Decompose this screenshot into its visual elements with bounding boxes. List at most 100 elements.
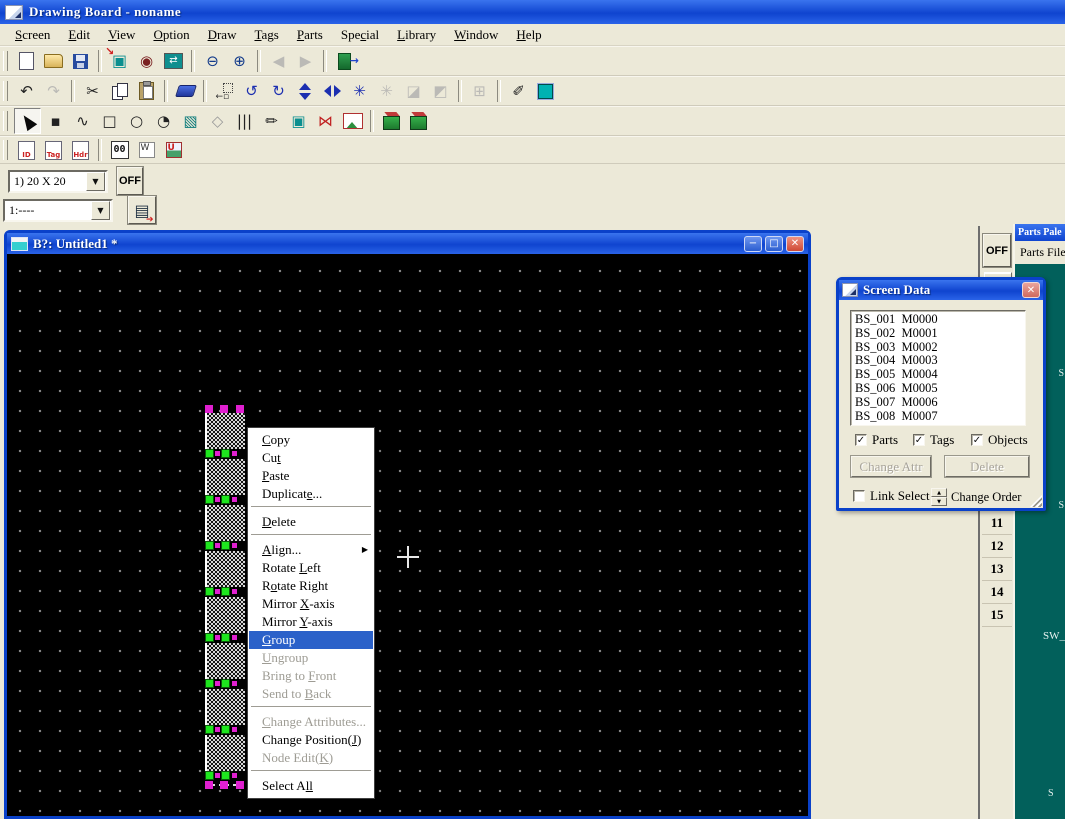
memory-select-dropdown-button[interactable]: ▼ <box>91 201 110 220</box>
selection-handle[interactable] <box>221 495 230 504</box>
ellipse-tool-button[interactable]: ○ <box>124 109 149 133</box>
checkbox-icon[interactable]: ✓ <box>855 434 867 446</box>
menu-window[interactable]: Window <box>445 26 507 44</box>
selection-handle[interactable] <box>221 771 230 780</box>
screen-number-15[interactable]: 15 <box>982 604 1012 627</box>
selected-parts-stack[interactable] <box>205 405 245 789</box>
polyline-tool-button[interactable]: ∿ <box>70 109 95 133</box>
menu-item-change-position[interactable]: Change Position(J) <box>249 731 373 749</box>
selection-handle[interactable] <box>221 449 230 458</box>
dot-tool-button[interactable]: ▪ <box>43 109 68 133</box>
selection-handle[interactable] <box>221 633 230 642</box>
screen-number-14[interactable]: 14 <box>982 581 1012 604</box>
drawing-window-title-bar[interactable]: B?: Untitled1 * − □ ✕ <box>7 233 808 254</box>
selection-handle[interactable] <box>205 587 214 596</box>
menu-parts[interactable]: Parts <box>288 26 332 44</box>
menu-library[interactable]: Library <box>388 26 445 44</box>
selection-handle[interactable] <box>221 587 230 596</box>
spin-down-button[interactable]: ▼ <box>931 497 947 506</box>
screen-data-row[interactable]: BS_005 M0004 <box>855 368 1025 382</box>
spin-up-button[interactable]: ▲ <box>931 488 947 497</box>
screen-data-row[interactable]: BS_008 M0007 <box>855 410 1025 424</box>
menu-item-select-all[interactable]: Select All <box>249 777 373 795</box>
toolbar-grip[interactable] <box>3 81 8 101</box>
selected-part[interactable] <box>205 689 245 735</box>
memory-toggle-button[interactable]: 00 <box>107 138 132 162</box>
selection-handle[interactable] <box>215 773 220 778</box>
selected-part[interactable] <box>205 597 245 643</box>
screen-data-title-bar[interactable]: Screen Data ✕ <box>839 280 1043 300</box>
duplicate-offset-button[interactable] <box>212 79 237 103</box>
selection-handle[interactable] <box>215 727 220 732</box>
tag-place-tool-button[interactable]: ⋈ <box>313 109 338 133</box>
new-button[interactable] <box>14 49 39 73</box>
drawing-canvas[interactable] <box>7 254 808 816</box>
menu-item-cut[interactable]: Cut <box>249 449 373 467</box>
selection-handle[interactable] <box>205 781 213 789</box>
selection-handle[interactable] <box>232 451 237 456</box>
selection-handle[interactable] <box>215 497 220 502</box>
minimize-button[interactable]: − <box>744 236 762 252</box>
screen-data-row[interactable]: BS_002 M0001 <box>855 327 1025 341</box>
menu-item-group[interactable]: Group <box>249 631 373 649</box>
screen-size-select[interactable]: 1) 20 X 20 ▼ <box>8 170 108 193</box>
color-select-button[interactable] <box>533 79 558 103</box>
close-button[interactable]: ✕ <box>786 236 804 252</box>
selection-handle[interactable] <box>205 495 214 504</box>
checkbox-icon[interactable] <box>853 490 865 502</box>
link-select-checkbox[interactable]: Link Select <box>853 488 930 504</box>
rectangle-tool-button[interactable]: □ <box>97 109 122 133</box>
screen-data-close-button[interactable]: ✕ <box>1022 282 1040 298</box>
alarm-button[interactable]: ◉ <box>134 49 159 73</box>
selection-handle[interactable] <box>205 405 213 413</box>
checkbox-icon[interactable]: ✓ <box>913 434 925 446</box>
selection-handle[interactable] <box>220 405 228 413</box>
image-tool-button[interactable] <box>340 109 365 133</box>
selection-handle[interactable] <box>232 681 237 686</box>
library-write-button[interactable] <box>406 109 431 133</box>
selection-handle[interactable] <box>215 543 220 548</box>
resize-grip[interactable] <box>1030 495 1042 507</box>
selection-handle[interactable] <box>236 781 244 789</box>
tag-toggle-button[interactable]: Tag <box>41 138 66 162</box>
download-to-unit-button[interactable]: ▣ <box>107 49 132 73</box>
transfer-screen-button[interactable]: ⇄ <box>161 49 186 73</box>
arc-tool-button[interactable]: ◔ <box>151 109 176 133</box>
mirror-vertical-button[interactable] <box>293 79 318 103</box>
screen-data-row[interactable]: BS_001 M0000 <box>855 313 1025 327</box>
selection-handle[interactable] <box>215 451 220 456</box>
screen-data-list[interactable]: BS_001 M0000BS_002 M0001BS_003 M0002BS_0… <box>850 310 1026 426</box>
menu-help[interactable]: Help <box>507 26 550 44</box>
selected-part[interactable] <box>205 413 245 459</box>
selection-handle[interactable] <box>232 727 237 732</box>
toolbar-grip[interactable] <box>3 140 8 160</box>
hdr-toggle-button[interactable]: Hdr <box>68 138 93 162</box>
toolbar-grip[interactable] <box>3 111 8 131</box>
selected-part[interactable] <box>205 643 245 689</box>
menu-item-rotate-left[interactable]: Rotate Left <box>249 559 373 577</box>
menu-item-rotate-right[interactable]: Rotate Right <box>249 577 373 595</box>
objects-checkbox[interactable]: ✓Objects <box>971 432 1028 448</box>
screen-data-row[interactable]: BS_004 M0003 <box>855 354 1025 368</box>
selected-part[interactable] <box>205 735 245 781</box>
cut-button[interactable]: ✂ <box>80 79 105 103</box>
menu-option[interactable]: Option <box>144 26 198 44</box>
rotate-right-button[interactable]: ↻ <box>266 79 291 103</box>
menu-tags[interactable]: Tags <box>245 26 287 44</box>
eraser-button[interactable] <box>173 79 198 103</box>
selection-handle[interactable] <box>232 773 237 778</box>
memory-select[interactable]: 1:---- ▼ <box>3 199 113 222</box>
screen-size-dropdown-button[interactable]: ▼ <box>86 172 105 191</box>
zoom-out-button[interactable]: ⊖ <box>200 49 225 73</box>
screen-data-row[interactable]: BS_003 M0002 <box>855 341 1025 355</box>
rotate-left-button[interactable]: ↺ <box>239 79 264 103</box>
selection-handle[interactable] <box>221 541 230 550</box>
selection-handle[interactable] <box>205 771 214 780</box>
parts-checkbox[interactable]: ✓Parts <box>855 432 898 448</box>
screen-list-button[interactable]: ▤ <box>128 196 156 224</box>
paste-button[interactable] <box>134 79 159 103</box>
selection-handle[interactable] <box>215 635 220 640</box>
menu-item-align[interactable]: Align...▶ <box>249 541 373 559</box>
palette-off-button[interactable]: OFF <box>983 234 1011 267</box>
save-button[interactable] <box>68 49 93 73</box>
